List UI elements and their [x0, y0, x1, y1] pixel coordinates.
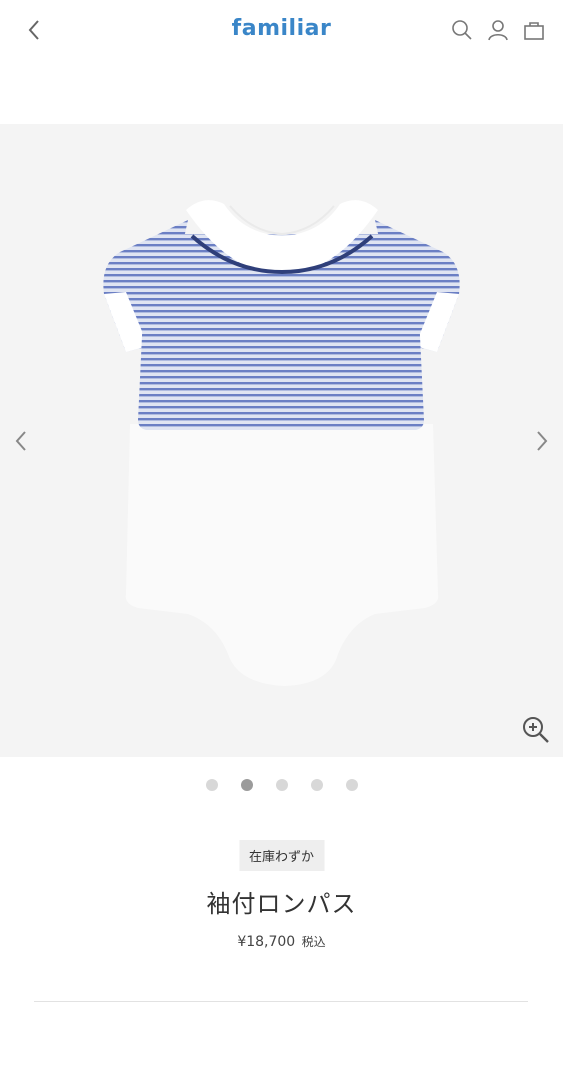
gallery-next-button[interactable] — [527, 424, 557, 458]
pagination-dot[interactable] — [275, 779, 288, 791]
pagination-dot[interactable] — [205, 779, 218, 791]
product-image — [103, 200, 460, 686]
product-gallery[interactable] — [0, 124, 563, 757]
header: familiar — [0, 0, 563, 62]
search-button[interactable] — [449, 16, 475, 44]
user-icon — [488, 20, 508, 41]
stock-badge: 在庫わずか — [238, 840, 325, 871]
cart-button[interactable] — [521, 16, 547, 44]
pagination-dot[interactable] — [310, 779, 323, 791]
header-icons — [449, 16, 547, 44]
product-title: 袖付ロンパス — [206, 890, 357, 918]
product-price-row: ¥18,700 税込 — [0, 933, 563, 950]
pagination-dot[interactable] — [345, 779, 358, 791]
tax-label: 税込 — [301, 935, 326, 949]
zoom-button[interactable] — [521, 715, 551, 745]
logo-text: familiar — [231, 16, 332, 41]
zoom-in-icon — [523, 717, 549, 743]
product-price: ¥18,700 — [237, 934, 296, 950]
chevron-left-icon — [15, 431, 26, 451]
gallery-prev-button[interactable] — [6, 424, 36, 458]
divider — [34, 1001, 528, 1002]
gallery-pagination — [0, 779, 563, 791]
search-icon — [452, 20, 472, 40]
account-button[interactable] — [485, 16, 511, 44]
pagination-dot-active[interactable] — [240, 779, 253, 791]
chevron-right-icon — [537, 431, 548, 451]
bag-icon — [524, 22, 544, 40]
